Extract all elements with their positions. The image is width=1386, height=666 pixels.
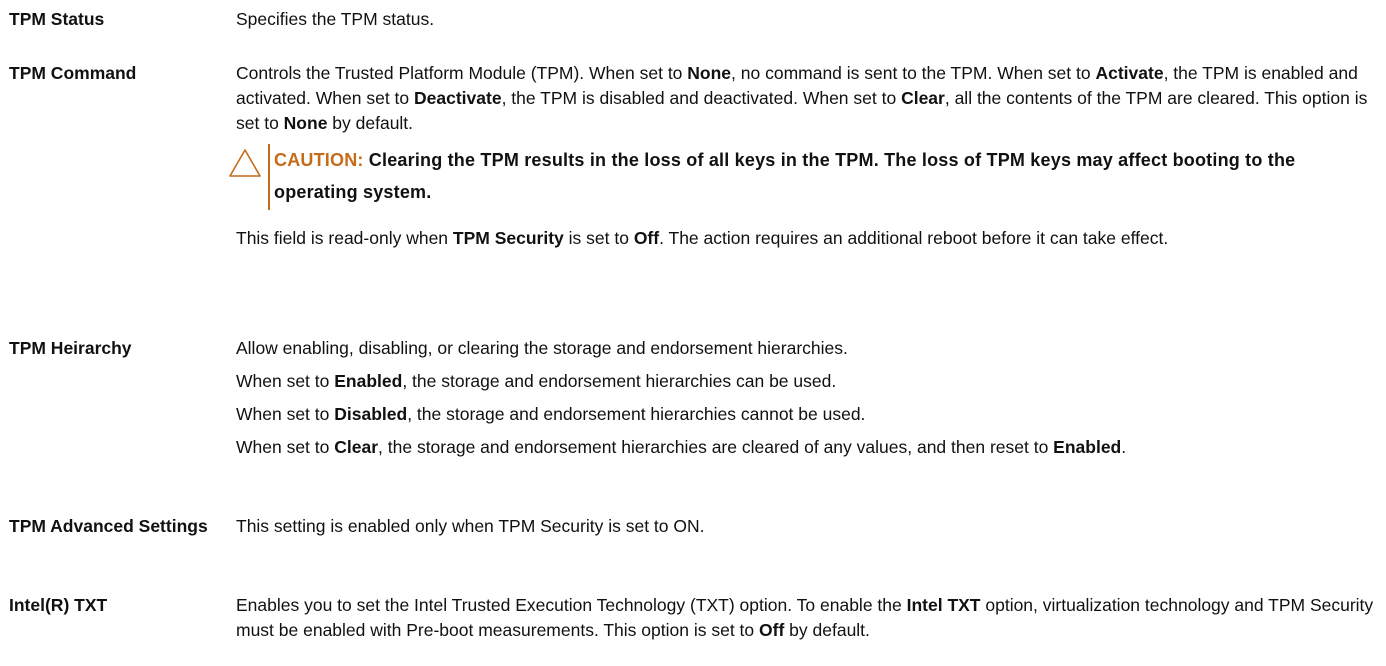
- bold-value: Clear: [901, 88, 945, 108]
- definition-paragraph: Enables you to set the Intel Trusted Exe…: [236, 595, 1374, 640]
- bold-value: Off: [633, 228, 660, 248]
- bold-value: Intel TXT: [906, 595, 981, 615]
- definition: Enables you to set the Intel Trusted Exe…: [236, 593, 1381, 651]
- definition-paragraph: This field is read-only when TPM Securit…: [236, 228, 1169, 248]
- definition-paragraph: When set to Enabled, the storage and end…: [236, 371, 837, 391]
- definition-paragraph: Specifies the TPM status.: [236, 9, 435, 29]
- definition-paragraph: Allow enabling, disabling, or clearing t…: [236, 338, 848, 358]
- term-label: TPM Advanced Settings: [9, 516, 208, 536]
- bold-value: Activate: [1095, 63, 1164, 83]
- bold-value: None: [687, 63, 732, 83]
- caution-accent-bar: [268, 144, 270, 210]
- bold-value: Enabled: [334, 371, 403, 391]
- definition-paragraph: When set to Clear, the storage and endor…: [236, 437, 1127, 457]
- term-label: TPM Command: [9, 63, 137, 83]
- bold-value: Disabled: [334, 404, 408, 424]
- definition-paragraph: This setting is enabled only when TPM Se…: [236, 516, 705, 536]
- bold-value: None: [283, 113, 328, 133]
- term-label: TPM Status: [9, 9, 105, 29]
- bold-value: Deactivate: [414, 88, 502, 108]
- term-label: Intel(R) TXT: [9, 595, 108, 615]
- definition-paragraph: Controls the Trusted Platform Module (TP…: [236, 63, 1368, 133]
- caution-callout: CAUTION: Clearing the TPM results in the…: [228, 144, 1381, 210]
- caution-label: CAUTION:: [274, 150, 364, 170]
- bold-value: Clear: [334, 437, 379, 457]
- bold-value: Enabled: [1053, 437, 1122, 457]
- term-label: TPM Heirarchy: [9, 338, 132, 358]
- settings-definition-list: TPM Status Specifies the TPM status. TPM…: [0, 0, 1386, 666]
- definition: This setting is enabled only when TPM Se…: [236, 514, 1381, 547]
- caution-text: CAUTION: Clearing the TPM results in the…: [274, 144, 1381, 208]
- definition: Specifies the TPM status.: [236, 7, 1381, 40]
- bold-value: TPM Security: [452, 228, 564, 248]
- definition-paragraph: When set to Disabled, the storage and en…: [236, 404, 866, 424]
- definition: Controls the Trusted Platform Module (TP…: [229, 61, 1381, 259]
- caution-message: Clearing the TPM results in the loss of …: [274, 150, 1296, 202]
- bold-value: Off: [759, 620, 785, 640]
- warning-triangle-icon: [229, 149, 261, 177]
- definition: Allow enabling, disabling, or clearing t…: [236, 336, 1381, 468]
